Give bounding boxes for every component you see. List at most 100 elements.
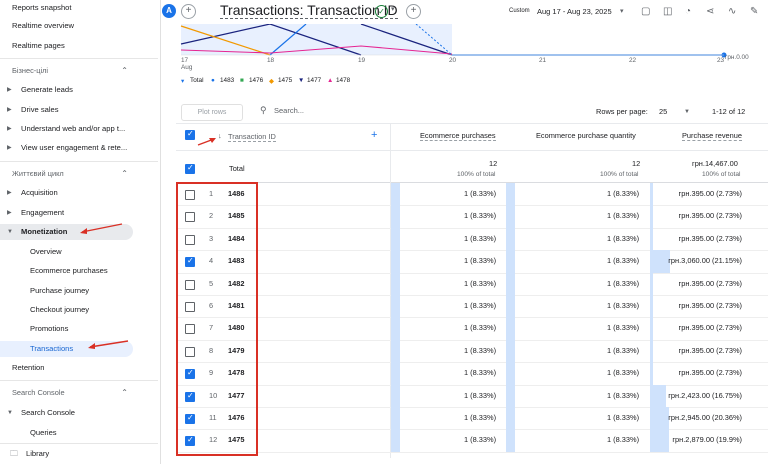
table-row[interactable]: 3 1484 1 (8.33%) 1 (8.33%) грн.395.00 (2.73%…	[176, 227, 768, 252]
nav-label: Realtime pages	[12, 41, 65, 50]
table-row[interactable]: 6 1481 1 (8.33%) 1 (8.33%) грн.395.00 (2.73%…	[176, 295, 768, 319]
date-range-selector[interactable]: Aug 17 - Aug 23, 2025	[537, 7, 612, 16]
select-all-checkbox[interactable]	[185, 129, 195, 140]
sort-desc-icon[interactable]: ↓	[218, 131, 222, 140]
nav-label: Retention	[12, 363, 45, 372]
table-row[interactable]: 1014771 (8.33%)1 (8.33%)грн.2,423.00 (16…	[176, 384, 768, 408]
nav-understand-web[interactable]: ▶ Understand web and/or app t...	[0, 121, 158, 137]
add-report-button[interactable]: +	[406, 4, 421, 19]
divider	[0, 380, 158, 381]
col-header-ecommerce-purchase-quantity[interactable]: Ecommerce purchase quantity	[536, 131, 636, 140]
nav-checkout-journey[interactable]: Checkout journey	[0, 302, 158, 318]
nav-label: Checkout journey	[30, 305, 90, 314]
quantity-cell: 1 (8.33%)	[607, 301, 640, 310]
chevron-up-icon: ⌃	[121, 169, 128, 178]
nav-overview[interactable]: Overview	[0, 244, 158, 260]
caret-right-icon: ▶	[7, 145, 12, 151]
legend-label: Total	[190, 77, 204, 84]
nav-ecommerce-purchases[interactable]: Ecommerce purchases	[0, 263, 158, 279]
quantity-bar	[506, 250, 515, 273]
table-row[interactable]: 8 1479 1 (8.33%) 1 (8.33%) грн.395.00 (2.73%…	[176, 339, 768, 364]
purchases-bar	[391, 183, 400, 206]
add-comparison-button[interactable]: +	[181, 4, 196, 19]
quantity-bar	[506, 339, 515, 363]
caret-right-icon: ▶	[7, 126, 12, 132]
add-dimension-button[interactable]: +	[371, 129, 377, 141]
revenue-cell: грн.395.00 (2.73%)	[678, 233, 742, 243]
quantity-bar	[506, 205, 515, 228]
purchases-bar	[391, 205, 400, 228]
nav-reports-snapshot[interactable]: Reports snapshot	[0, 0, 158, 16]
plot-rows-button[interactable]: Plot rows	[181, 104, 243, 121]
note-icon[interactable]: ▢	[641, 6, 650, 17]
nav-realtime-pages[interactable]: Realtime pages	[0, 38, 158, 54]
legend-marker-icon: ■	[240, 77, 244, 84]
quantity-bar	[506, 272, 515, 295]
section-business-goals[interactable]: Бізнес-цілі ⌃	[0, 62, 158, 80]
share-icon[interactable]: ⋖	[706, 6, 714, 17]
nav-retention[interactable]: Retention	[0, 360, 158, 376]
nav-generate-leads[interactable]: ▶ Generate leads	[0, 82, 158, 98]
quantity-bar	[506, 429, 515, 452]
purchases-bar	[391, 272, 400, 295]
nav-label: Reports snapshot	[12, 3, 72, 12]
revenue-cell: грн.395.00 (2.73%)	[678, 323, 742, 333]
revenue-bar	[650, 205, 653, 228]
rows-per-page-select[interactable]: 25	[659, 107, 667, 116]
table-row[interactable]: 1114761 (8.33%)1 (8.33%)грн.2,945.00 (20…	[176, 407, 768, 431]
nav-acquisition[interactable]: ▶ Acquisition	[0, 185, 158, 201]
caret-down-icon[interactable]: ▾	[391, 5, 395, 13]
section-lifecycle[interactable]: Життєвий цикл ⌃	[0, 165, 158, 183]
total-purchases-pct: 100% of total	[457, 171, 496, 178]
nav-promotions[interactable]: Promotions	[0, 321, 158, 337]
total-row-checkbox[interactable]	[185, 163, 195, 174]
table-row[interactable]: 1214751 (8.33%)1 (8.33%)грн.2,879.00 (19…	[176, 429, 768, 453]
x-tick-label: 18	[267, 57, 275, 64]
nav-realtime-overview[interactable]: Realtime overview	[0, 18, 158, 34]
revenue-bar	[650, 407, 670, 430]
nav-label: Drive sales	[21, 105, 59, 114]
caret-down-icon: ▼	[7, 410, 13, 416]
purchases-bar	[391, 362, 400, 385]
section-search-console[interactable]: Search Console ⌃	[0, 384, 158, 402]
table-row[interactable]: 414831 (8.33%)1 (8.33%)грн.3,060.00 (21.…	[176, 250, 768, 274]
table-row[interactable]: 914781 (8.33%)1 (8.33%)грн.395.00 (2.73%…	[176, 362, 768, 386]
revenue-cell: грн.3,060.00 (21.15%)	[668, 256, 742, 266]
nav-search-console[interactable]: ▼ Search Console	[0, 405, 158, 421]
caret-down-icon[interactable]: ▾	[620, 7, 624, 15]
check-circle-icon[interactable]: ✓	[375, 5, 388, 18]
table-row[interactable]: 5 1482 1 (8.33%) 1 (8.33%) грн.395.00 (2.73%…	[176, 272, 768, 296]
nav-purchase-journey[interactable]: Purchase journey	[0, 283, 158, 299]
x-tick-label: 19	[358, 57, 366, 64]
nav-drive-sales[interactable]: ▶ Drive sales	[0, 102, 158, 118]
x-tick-label: 17 Aug	[181, 57, 193, 71]
caret-down-icon[interactable]: ▼	[684, 109, 690, 115]
col-header-ecommerce-purchases[interactable]: Ecommerce purchases	[420, 131, 496, 141]
col-header-transaction-id[interactable]: Transaction ID	[228, 132, 276, 142]
table-row[interactable]: 2 1485 1 (8.33%) 1 (8.33%) грн.395.00 (2.73%…	[176, 205, 768, 229]
compare-icon[interactable]: ◫	[663, 6, 672, 17]
avatar[interactable]: A	[162, 4, 176, 18]
purchases-bar	[391, 407, 400, 430]
insights-icon[interactable]: ◔	[685, 6, 691, 17]
purchases-cell: 1 (8.33%)	[464, 233, 497, 243]
table-row[interactable]: 1 1486 1 (8.33%) 1 (8.33%) грн.395.00 (2.73%…	[176, 183, 768, 207]
nav-queries[interactable]: Queries	[0, 425, 158, 441]
x-tick-label: 23	[717, 57, 725, 64]
quantity-cell: 1 (8.33%)	[607, 211, 640, 221]
quantity-bar	[506, 362, 515, 385]
col-header-purchase-revenue[interactable]: Purchase revenue	[682, 131, 742, 141]
legend-marker-icon: ▾	[181, 78, 185, 85]
trend-icon[interactable]: ∿	[728, 6, 736, 17]
annotation-arrow	[197, 138, 216, 146]
quantity-cell: 1 (8.33%)	[607, 278, 640, 288]
nav-engagement[interactable]: ▶ Engagement	[0, 205, 158, 221]
nav-view-engagement[interactable]: ▶ View user engagement & rete...	[0, 140, 158, 156]
nav-library[interactable]: 🗀 Library	[0, 446, 158, 462]
nav-label: Promotions	[30, 324, 69, 333]
revenue-bar	[650, 362, 653, 385]
search-input[interactable]: Search...	[274, 106, 304, 115]
chevron-up-icon: ⌃	[121, 66, 128, 75]
table-row[interactable]: 7 1480 1 (8.33%) 1 (8.33%) грн.395.00 (2.73%…	[176, 317, 768, 341]
edit-icon[interactable]: ✎	[750, 6, 758, 17]
